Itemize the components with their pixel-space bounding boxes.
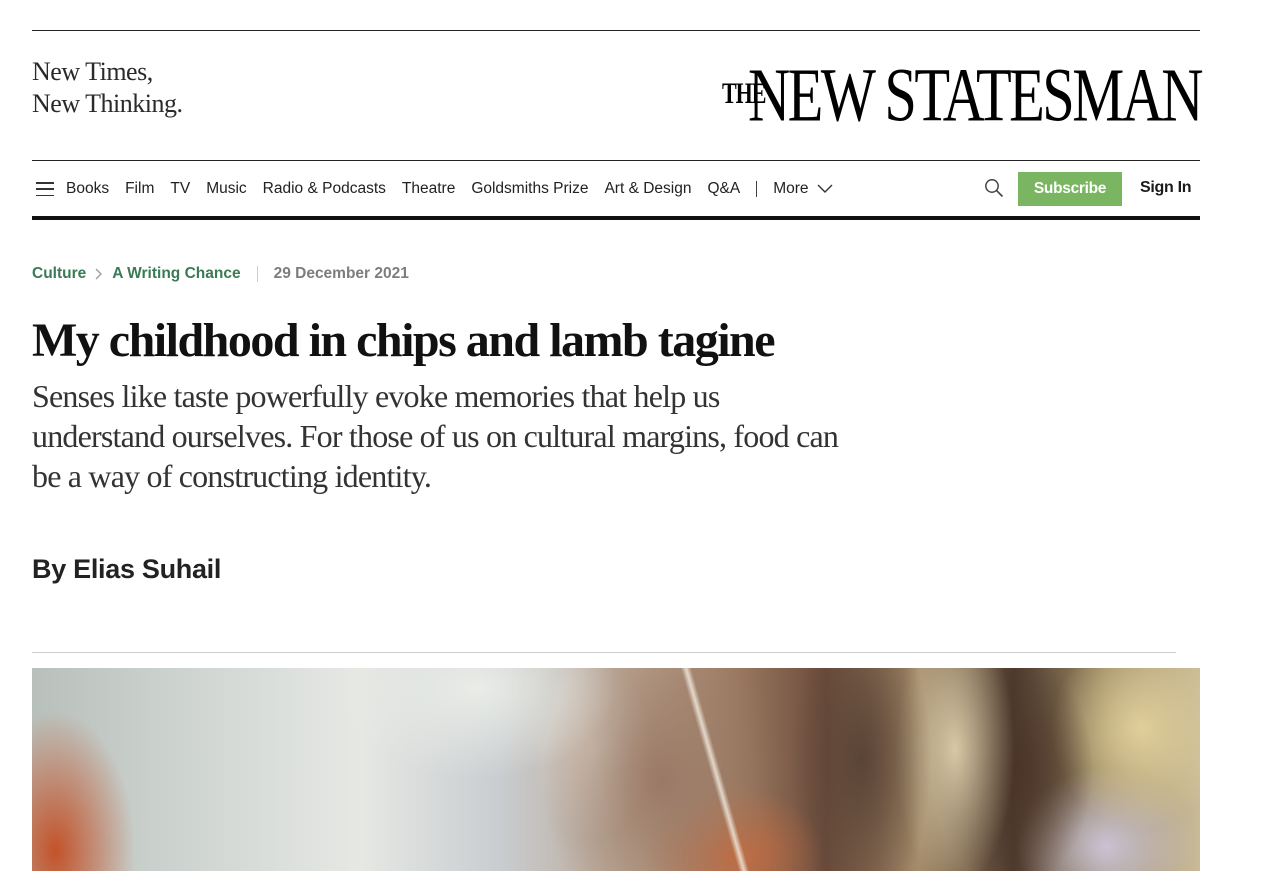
- tagline-line-1: New Times,: [32, 57, 153, 86]
- menu-icon[interactable]: [36, 182, 54, 196]
- chevron-down-icon: [817, 184, 833, 193]
- nav-item-music[interactable]: Music: [206, 180, 246, 198]
- nav-divider: [756, 181, 758, 197]
- breadcrumb-culture[interactable]: Culture: [32, 265, 86, 283]
- nav-item-film[interactable]: Film: [125, 180, 154, 198]
- nav-item-goldsmiths-prize[interactable]: Goldsmiths Prize: [471, 180, 588, 198]
- tagline: New Times, New Thinking.: [32, 56, 183, 120]
- nav-more-button[interactable]: More: [773, 180, 833, 198]
- nav-top-rule: [32, 160, 1200, 161]
- article-standfirst: Senses like taste powerfully evoke memor…: [32, 378, 839, 494]
- breadcrumb: Culture A Writing Chance 29 December 202…: [32, 264, 409, 284]
- breadcrumb-divider: [256, 266, 258, 282]
- logo-wordmark: NEW STATESMAN: [748, 52, 1204, 138]
- hero-image-highlight: [678, 668, 752, 871]
- sign-in-link[interactable]: Sign In: [1140, 179, 1192, 197]
- nav-item-art-design[interactable]: Art & Design: [604, 180, 691, 198]
- nav-item-qa[interactable]: Q&A: [707, 180, 740, 198]
- nav-item-theatre[interactable]: Theatre: [402, 180, 455, 198]
- breadcrumb-a-writing-chance[interactable]: A Writing Chance: [112, 265, 240, 283]
- header-top-rule: [32, 30, 1200, 31]
- content-divider: [32, 652, 1176, 653]
- chevron-right-icon: [95, 268, 103, 280]
- nav-item-tv[interactable]: TV: [170, 180, 190, 198]
- article-byline[interactable]: By Elias Suhail: [32, 554, 221, 585]
- article-headline: My childhood in chips and lamb tagine: [32, 314, 776, 367]
- nav-item-radio-podcasts[interactable]: Radio & Podcasts: [263, 180, 386, 198]
- nav-bottom-rule: [32, 216, 1200, 220]
- nav-item-books[interactable]: Books: [66, 180, 109, 198]
- subscribe-button[interactable]: Subscribe: [1018, 172, 1122, 206]
- hero-image: [32, 668, 1200, 871]
- article-date: 29 December 2021: [273, 265, 409, 282]
- site-logo[interactable]: THE NEW STATESMAN: [722, 52, 1204, 137]
- nav-more-label: More: [773, 180, 809, 197]
- tagline-line-2: New Thinking.: [32, 89, 183, 118]
- search-icon[interactable]: [984, 178, 1004, 198]
